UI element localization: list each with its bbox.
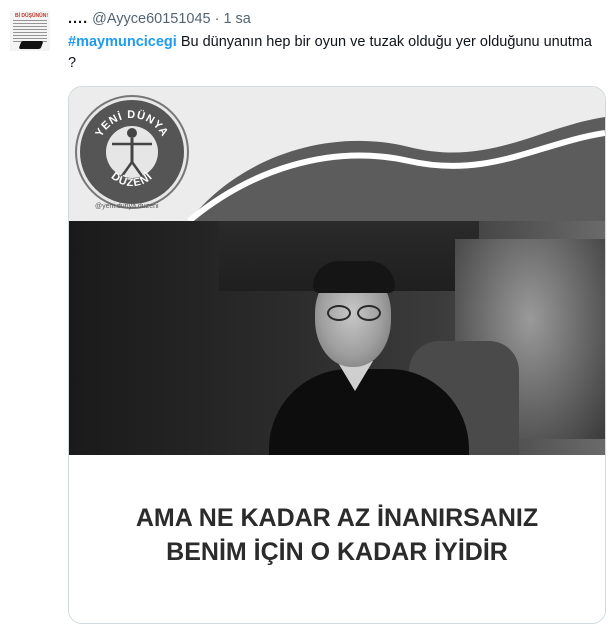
tweet-time[interactable]: 1 sa <box>223 11 250 27</box>
tweet-text: #maymuncicegi Bu dünyanın hep bir oyun v… <box>68 32 598 74</box>
display-name[interactable]: .... <box>68 11 88 27</box>
caption-line-2: BENİM İÇİN O KADAR İYİDİR <box>166 538 508 566</box>
logo-badge: YENİ DÜNYA DÜZENİ <box>77 97 187 207</box>
image-caption: AMA NE KADAR AZ İNANIRSANIZ BENİM İÇİN O… <box>69 455 605 623</box>
avatar-shape <box>18 41 44 49</box>
photo-hair <box>313 261 395 293</box>
caption-line-1: AMA NE KADAR AZ İNANIRSANIZ <box>135 504 539 532</box>
avatar[interactable]: Bİ DÜŞÜNÜN! <box>10 11 50 51</box>
avatar-text: Bİ DÜŞÜNÜN! <box>15 13 49 19</box>
separator-dot: · <box>214 11 220 27</box>
glasses-left <box>327 305 351 321</box>
avatar-text-lines <box>13 20 47 42</box>
logo-caption: @yeni.dunya.duzeni <box>95 203 159 210</box>
logo-emblem: YENİ DÜNYA DÜZENİ <box>93 108 169 189</box>
portrait-photo <box>69 221 605 455</box>
hashtag-link[interactable]: #maymuncicegi <box>68 34 177 50</box>
glasses-right <box>357 305 381 321</box>
user-handle[interactable]: @Ayyce60151045 <box>92 11 210 27</box>
tweet-header: .... @Ayyce60151045 · 1 sa <box>68 10 251 28</box>
tweet-media[interactable]: YENİ DÜNYA DÜZENİ @yeni.dunya.duzeni AMA… <box>68 86 606 624</box>
media-top-band: YENİ DÜNYA DÜZENİ @yeni.dunya.duzeni <box>69 87 605 221</box>
